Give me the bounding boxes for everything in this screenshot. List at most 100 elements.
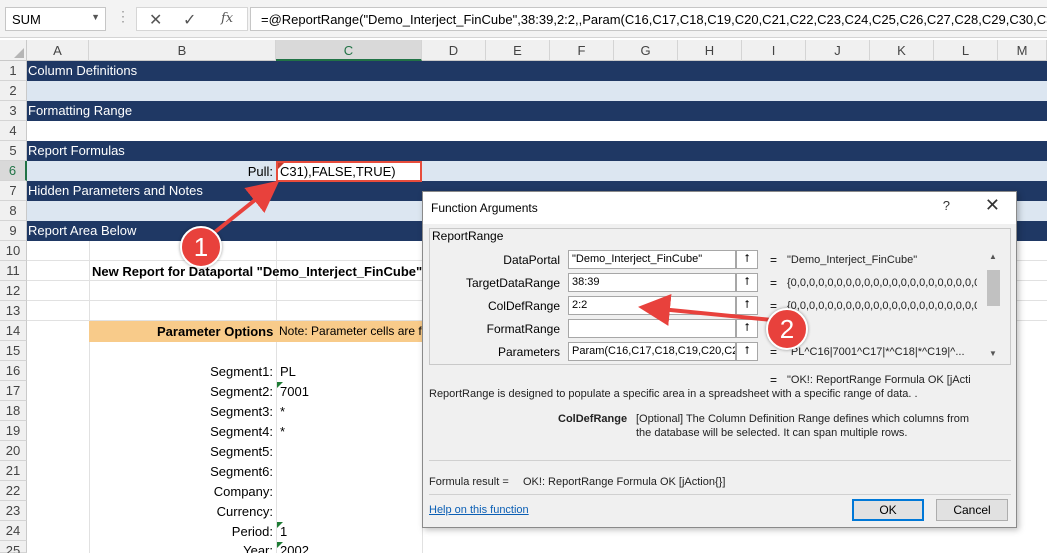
arg-input-dataportal[interactable]: "Demo_Interject_FinCube" (568, 250, 736, 269)
row-header-25[interactable]: 25 (0, 541, 27, 553)
row-header-10[interactable]: 10 (0, 241, 27, 261)
collapse-dialog-icon[interactable]: ⭡ (736, 296, 758, 315)
param-label: Segment5: (210, 444, 273, 459)
column-header-d[interactable]: D (422, 40, 486, 61)
column-header-e[interactable]: E (486, 40, 550, 61)
row-header-8[interactable]: 8 (0, 201, 27, 221)
chevron-down-icon[interactable]: ▼ (91, 12, 100, 22)
name-box-value: SUM (12, 12, 41, 27)
row-header-24[interactable]: 24 (0, 521, 27, 541)
column-header-c[interactable]: C (276, 40, 422, 61)
pull-formula-value: C31),FALSE,TRUE) (280, 164, 396, 179)
row-header-15[interactable]: 15 (0, 341, 27, 361)
scroll-up-icon[interactable]: ▲ (989, 252, 997, 261)
arguments-scrollbar[interactable]: ▲ ▼ (985, 252, 1002, 362)
formula-bar: SUM ▼ ⋮ ✕ ✓ fx =@ReportRange("Demo_Inter… (0, 0, 1047, 38)
ok-button[interactable]: OK (852, 499, 924, 521)
row-header-12[interactable]: 12 (0, 281, 27, 301)
section-header-column-definitions[interactable]: Column Definitions (27, 61, 1047, 81)
column-header-b[interactable]: B (89, 40, 276, 61)
arg-result-targetdatarange: {0,0,0,0,0,0,0,0,0,0,0,0,0,0,0,0,0,0,0,0… (787, 277, 977, 289)
row-header-9[interactable]: 9 (0, 221, 27, 241)
scroll-down-icon[interactable]: ▼ (989, 349, 997, 358)
divider (429, 460, 1011, 461)
callout-badge: 1 (180, 226, 222, 268)
active-cell-c6[interactable]: C31),FALSE,TRUE) (276, 161, 422, 182)
close-icon[interactable]: ✕ (149, 10, 162, 30)
param-label: Segment6: (210, 464, 273, 479)
column-header-l[interactable]: L (934, 40, 998, 61)
row-header-7[interactable]: 7 (0, 181, 27, 201)
column-header-a[interactable]: A (27, 40, 89, 61)
param-label: Period: (231, 524, 273, 539)
row-header-11[interactable]: 11 (0, 261, 27, 281)
close-icon[interactable]: ✕ (985, 195, 1000, 216)
row-header-1[interactable]: 1 (0, 61, 27, 81)
column-header-f[interactable]: F (550, 40, 614, 61)
row-header-5[interactable]: 5 (0, 141, 27, 161)
row-header-16[interactable]: 16 (0, 361, 27, 381)
divider (429, 494, 1011, 495)
insert-function-icon[interactable]: fx (221, 11, 233, 26)
row-header-20[interactable]: 20 (0, 441, 27, 461)
row-header-14[interactable]: 14 (0, 321, 27, 341)
section-header-report-formulas[interactable]: Report Formulas (27, 141, 1047, 161)
cancel-button[interactable]: Cancel (936, 499, 1008, 521)
collapse-dialog-icon[interactable]: ⭡ (736, 273, 758, 292)
param-value[interactable]: PL (280, 362, 296, 382)
param-label: Currency: (216, 504, 273, 519)
section-row-4[interactable] (27, 121, 1047, 141)
section-header-formatting-range[interactable]: Formatting Range (27, 101, 1047, 121)
formula-result-label: Formula result = (429, 476, 509, 488)
collapse-dialog-icon[interactable]: ⭡ (736, 319, 758, 338)
formula-input[interactable]: =@ReportRange("Demo_Interject_FinCube",3… (250, 7, 1047, 31)
row-header-19[interactable]: 19 (0, 421, 27, 441)
help-icon[interactable]: ? (943, 198, 950, 213)
check-icon[interactable]: ✓ (183, 10, 196, 30)
report-title[interactable]: New Report for Dataportal "Demo_Interjec… (92, 262, 422, 282)
param-label: Company: (213, 484, 273, 499)
arg-input-formatrange[interactable] (568, 319, 736, 338)
column-header-j[interactable]: J (806, 40, 870, 61)
dialog-title-bar[interactable]: Function Arguments ? ✕ (423, 192, 1016, 224)
section-row-2[interactable] (27, 81, 1047, 101)
arg-label-parameters: Parameters (497, 345, 560, 359)
column-header-i[interactable]: I (742, 40, 806, 61)
row-header-21[interactable]: 21 (0, 461, 27, 481)
parameter-options-header[interactable]: Parameter Options Note: Parameter cells … (89, 321, 422, 342)
row-header-22[interactable]: 22 (0, 481, 27, 501)
column-header-m[interactable]: M (998, 40, 1047, 61)
param-label: Year: (243, 543, 273, 553)
row-header-13[interactable]: 13 (0, 301, 27, 321)
select-all-corner[interactable] (0, 40, 27, 61)
column-header-h[interactable]: H (678, 40, 742, 61)
arg-input-parameters[interactable]: Param(C16,C17,C18,C19,C20,C21 (568, 342, 736, 361)
argument-description-line2: the database will be selected. It can sp… (636, 427, 908, 439)
arg-label-coldefrange: ColDefRange (487, 299, 560, 313)
collapse-dialog-icon[interactable]: ⭡ (736, 342, 758, 361)
column-header-k[interactable]: K (870, 40, 934, 61)
row-header-18[interactable]: 18 (0, 401, 27, 421)
param-value[interactable]: 2002 (280, 541, 309, 553)
column-header-g[interactable]: G (614, 40, 678, 61)
row-header-23[interactable]: 23 (0, 501, 27, 521)
param-value[interactable]: * (280, 402, 285, 422)
row-header-3[interactable]: 3 (0, 101, 27, 121)
row-header-2[interactable]: 2 (0, 81, 27, 101)
parameter-options-note: Note: Parameter cells are f (279, 324, 422, 338)
formula-result-value: OK!: ReportRange Formula OK [jAction{}] (523, 476, 726, 488)
arg-input-coldefrange[interactable]: 2:2 (568, 296, 736, 315)
help-on-function-link[interactable]: Help on this function (429, 504, 529, 516)
row-header-17[interactable]: 17 (0, 381, 27, 401)
comment-indicator (278, 163, 284, 169)
collapse-dialog-icon[interactable]: ⭡ (736, 250, 758, 269)
param-value[interactable]: 7001 (280, 382, 309, 402)
row-header-6[interactable]: 6 (0, 161, 27, 181)
arg-input-targetdatarange[interactable]: 38:39 (568, 273, 736, 292)
scrollbar-thumb[interactable] (987, 270, 1000, 306)
name-box[interactable]: SUM ▼ (5, 7, 106, 31)
row-header-4[interactable]: 4 (0, 121, 27, 141)
arg-result-coldefrange: {0,0,0,0,0,0,0,0,0,0,0,0,0,0,0,0,0,0,0,0… (787, 300, 977, 312)
param-value[interactable]: * (280, 422, 285, 442)
equals-sign: = (770, 253, 778, 267)
